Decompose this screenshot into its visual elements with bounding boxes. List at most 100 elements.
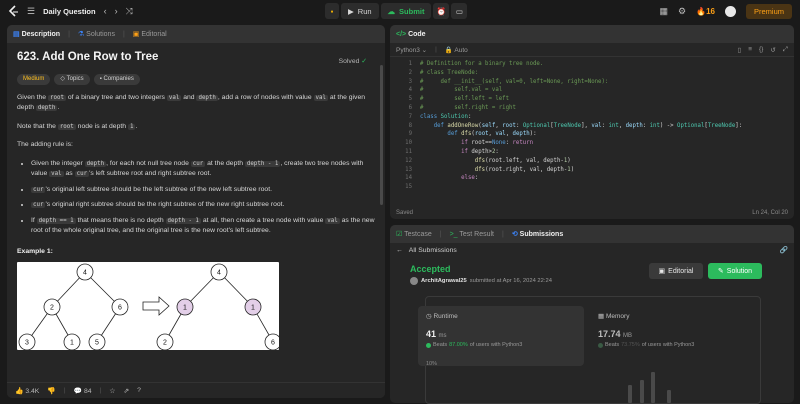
- tree-node: 1: [183, 305, 187, 312]
- code-text: # self.left = left: [420, 96, 510, 103]
- beats-suffix: of users with Python3: [469, 342, 523, 348]
- description-footer: 👍 3.4K 👎 | 💬 84 | ☆ ⇗ ?: [7, 382, 385, 398]
- debug-button[interactable]: ▪: [325, 3, 339, 19]
- code-status-bar: Saved Ln 24, Col 20: [390, 207, 794, 219]
- code-text: def addOneRow(self, root: Optional[TreeN…: [433, 122, 743, 129]
- share-button[interactable]: ⇗: [123, 387, 129, 395]
- code-tab-bar: </> Code: [390, 25, 794, 43]
- submit-button[interactable]: ☁ Submit: [380, 3, 432, 19]
- tab-test-result[interactable]: >_ Test Result: [450, 231, 494, 238]
- daily-question-title[interactable]: Daily Question: [43, 7, 96, 16]
- streak-counter[interactable]: 🔥16: [696, 7, 715, 16]
- dislike-button[interactable]: 👎: [47, 387, 55, 395]
- prev-problem-icon[interactable]: ‹: [104, 6, 107, 16]
- tree-node: 4: [83, 270, 87, 277]
- timer-button[interactable]: ⏰: [433, 3, 450, 19]
- topics-tag[interactable]: ◇ Topics: [54, 73, 90, 85]
- text-fragment: .: [57, 104, 60, 111]
- format-icon[interactable]: ≡: [748, 46, 752, 54]
- save-status: Saved: [396, 210, 414, 216]
- tab-submissions[interactable]: ⟲ Submissions: [512, 230, 563, 238]
- check-circle-icon: ✓: [361, 58, 367, 65]
- list-item: cur's original right subtree should be t…: [31, 200, 375, 211]
- line-number: 15: [405, 184, 412, 191]
- code-text: # class TreeNode:: [420, 69, 479, 76]
- histogram-bar[interactable]: [667, 390, 671, 403]
- memory-stat[interactable]: ▦ Memory 17.74 MB Beats 73.75% of users …: [590, 306, 750, 366]
- difficulty-badge: Medium: [17, 73, 51, 85]
- rule-list: Given the integer depth, for each not nu…: [17, 159, 375, 237]
- tab-editorial[interactable]: ▣ Editorial: [133, 30, 167, 38]
- companies-tag[interactable]: ▪ Companies: [93, 73, 140, 85]
- tab-description[interactable]: ▤ Description: [13, 30, 60, 38]
- description-panel: ▤ Description | ⚗ Solutions | ▣ Editoria…: [7, 25, 385, 398]
- reset-icon[interactable]: ↺: [770, 46, 775, 54]
- histogram-axis-label: 10%: [426, 361, 438, 367]
- language-select[interactable]: Python3 ⌄: [396, 46, 427, 54]
- question-icon: ?: [137, 387, 141, 394]
- book-icon: ▣: [132, 31, 140, 38]
- inline-code: depth == 1: [36, 217, 76, 224]
- text-fragment: .: [135, 122, 138, 130]
- lock-icon: ▪: [99, 75, 102, 82]
- code-text: # def __init__(self, val=0, left=None, r…: [420, 78, 609, 85]
- like-count: 3.4K: [25, 387, 40, 395]
- premium-button[interactable]: Premium: [745, 3, 792, 19]
- tab-code-label: Code: [408, 30, 426, 38]
- editorial-button[interactable]: ▣ Editorial: [649, 263, 703, 279]
- text-fragment: as: [63, 170, 75, 177]
- tab-code[interactable]: </> Code: [396, 31, 426, 38]
- leetcode-logo-icon[interactable]: [8, 4, 19, 18]
- problem-statement: Given the root of a binary tree and two …: [17, 93, 375, 114]
- back-arrow-icon[interactable]: ←: [396, 247, 403, 254]
- note-icon: ▭: [455, 6, 464, 16]
- tab-divider: |: [68, 30, 70, 38]
- auto-mode-toggle[interactable]: 🔒 Auto: [445, 46, 468, 54]
- problem-list-icon[interactable]: ☰: [27, 6, 35, 17]
- comments-button[interactable]: 💬 84: [74, 387, 92, 395]
- line-number: 3: [408, 78, 412, 85]
- code-text: if depth>2:: [461, 149, 499, 155]
- braces-icon[interactable]: {}: [759, 46, 763, 54]
- tree-node: 6: [118, 305, 122, 312]
- all-submissions-link[interactable]: All Submissions: [409, 247, 457, 254]
- favorite-button[interactable]: ☆: [109, 387, 115, 395]
- histogram-bar[interactable]: [651, 372, 655, 403]
- comment-count: 84: [83, 387, 92, 395]
- expand-icon[interactable]: ⤢: [783, 46, 788, 54]
- bookmark-icon[interactable]: ▯: [738, 46, 742, 54]
- inline-code: depth: [196, 94, 218, 101]
- inline-code: root: [57, 123, 76, 130]
- solved-label: Solved: [338, 58, 360, 65]
- help-button[interactable]: ?: [137, 387, 141, 394]
- beats-suffix: of users with Python3: [641, 342, 695, 348]
- notes-button[interactable]: ▭: [451, 3, 468, 19]
- example-tree-image: 4 2 6 3 1 5 4 1 1 2 6: [17, 262, 282, 351]
- settings-gear-icon[interactable]: ⚙: [678, 6, 686, 17]
- layout-icon[interactable]: ▦: [660, 6, 669, 17]
- code-text: # self.val = val: [420, 87, 503, 94]
- tab-solutions[interactable]: ⚗ Solutions: [78, 30, 115, 38]
- play-icon: ▶: [348, 6, 354, 16]
- solution-button[interactable]: ✎ Solution: [708, 263, 762, 279]
- tag-icon: ◇: [60, 75, 65, 82]
- runtime-stat[interactable]: ◷ Runtime 41 ms Beats 87.00% of users wi…: [418, 306, 584, 366]
- problem-title[interactable]: 623. Add One Row to Tree: [17, 52, 375, 63]
- tab-divider: |: [502, 230, 504, 238]
- username[interactable]: ArchitAgrawal25: [421, 278, 467, 284]
- avatar[interactable]: [724, 5, 736, 17]
- histogram-bar[interactable]: [640, 380, 644, 403]
- toolbar-divider: |: [435, 46, 437, 53]
- like-button[interactable]: 👍 3.4K: [15, 387, 39, 395]
- tab-testcase[interactable]: ☑ Testcase: [396, 230, 432, 238]
- shuffle-icon[interactable]: ⤨: [126, 6, 133, 17]
- description-scrollbar[interactable]: [380, 65, 383, 205]
- code-brackets-icon: </>: [396, 30, 407, 38]
- link-icon[interactable]: 🔗: [780, 246, 788, 254]
- histogram-bar[interactable]: [628, 385, 632, 403]
- run-button[interactable]: ▶ Run: [341, 3, 379, 19]
- code-editor[interactable]: 1 # Definition for a binary tree node. 2 # …: [390, 57, 794, 197]
- runtime-value: 41: [426, 329, 437, 339]
- next-problem-icon[interactable]: ›: [115, 6, 118, 16]
- tab-editorial-label: Editorial: [141, 31, 167, 38]
